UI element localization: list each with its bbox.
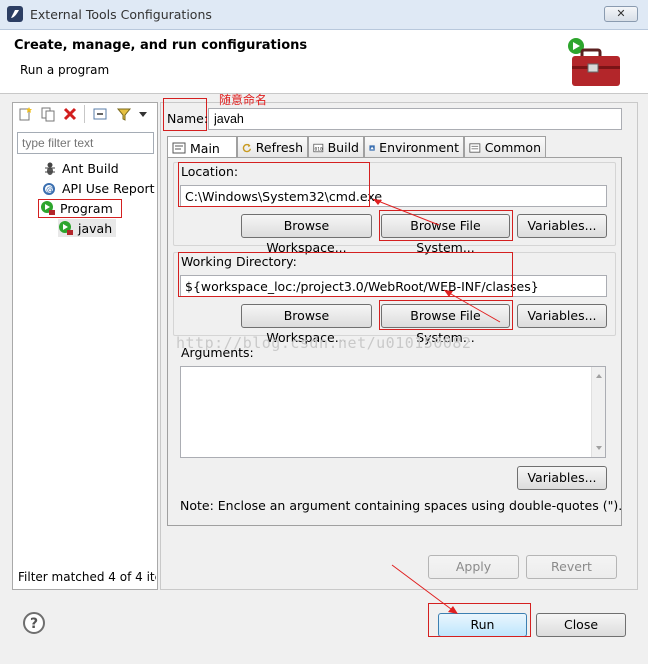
svg-text:010: 010 xyxy=(315,146,323,152)
duplicate-icon xyxy=(41,107,55,122)
window-title: External Tools Configurations xyxy=(30,7,212,22)
filter-button[interactable] xyxy=(114,104,134,124)
apply-button[interactable]: Apply xyxy=(428,555,519,579)
tree-item-label: Ant Build xyxy=(62,160,119,176)
tree-item-label: API Use Report xyxy=(62,180,155,196)
build-icon: 010 xyxy=(313,143,324,152)
arguments-note: Note: Enclose an argument containing spa… xyxy=(180,498,623,513)
toolbox-icon xyxy=(568,38,620,86)
new-configuration-icon xyxy=(19,107,32,121)
annotation-box-run xyxy=(428,603,531,637)
help-icon[interactable]: ? xyxy=(23,612,45,634)
location-browse-workspace-button[interactable]: Browse Workspace... xyxy=(241,214,372,255)
tab-label: Main xyxy=(190,140,220,156)
annotation-box-browse-location xyxy=(379,210,513,241)
filter-icon xyxy=(116,108,132,121)
annotation-box-working-directory xyxy=(178,252,513,297)
view-menu-button[interactable] xyxy=(136,104,150,124)
new-configuration-button[interactable] xyxy=(16,104,36,124)
close-button[interactable]: Close xyxy=(536,613,626,637)
name-input[interactable] xyxy=(208,108,622,130)
annotation-name-hint: 随意命名 xyxy=(219,93,268,107)
chevron-down-icon xyxy=(139,112,147,117)
scroll-down-icon xyxy=(596,446,602,450)
collapse-all-icon xyxy=(93,108,107,120)
tree-item-ant-build[interactable]: Ant Build xyxy=(42,159,119,177)
tab-environment[interactable]: Environment xyxy=(364,136,464,158)
tab-label: Build xyxy=(327,140,359,155)
eclipse-app-icon xyxy=(7,6,23,22)
workdir-browse-workspace-button[interactable]: Browse Workspace... xyxy=(241,304,372,345)
program-icon xyxy=(59,221,73,235)
tab-common[interactable]: Common xyxy=(464,136,546,158)
tab-label: Environment xyxy=(379,140,459,155)
tree-item-label: javah xyxy=(78,220,113,236)
filter-input[interactable] xyxy=(17,132,154,154)
main-tab-icon xyxy=(172,142,186,154)
annotation-box-browse-workdir xyxy=(379,300,513,330)
api-report-icon: @ xyxy=(43,183,55,195)
filter-status: Filter matched 4 of 4 ite xyxy=(18,570,156,584)
arguments-textarea[interactable] xyxy=(180,366,606,458)
toolbar-separator xyxy=(84,105,85,123)
tab-build[interactable]: 010 Build xyxy=(308,136,364,158)
ant-icon xyxy=(45,162,55,175)
tree-item-api-use-report[interactable]: @ API Use Report xyxy=(42,179,155,197)
annotation-box-program xyxy=(38,199,122,218)
annotation-box-location xyxy=(178,162,370,207)
name-label: Name: xyxy=(167,111,209,126)
arguments-label: Arguments: xyxy=(181,345,254,360)
dialog-title: Create, manage, and run configurations xyxy=(14,38,308,53)
common-icon xyxy=(469,142,481,153)
tree-item-javah[interactable]: javah xyxy=(58,219,117,237)
delete-button[interactable] xyxy=(60,104,80,124)
scroll-up-icon xyxy=(596,374,602,378)
refresh-icon xyxy=(242,143,252,152)
revert-button[interactable]: Revert xyxy=(526,555,617,579)
arguments-scrollbar[interactable] xyxy=(591,367,605,457)
collapse-all-button[interactable] xyxy=(90,104,110,124)
workdir-variables-button[interactable]: Variables... xyxy=(517,304,607,328)
tab-refresh[interactable]: Refresh xyxy=(237,136,308,158)
location-variables-button[interactable]: Variables... xyxy=(517,214,607,238)
duplicate-button[interactable] xyxy=(38,104,58,124)
environment-icon xyxy=(369,144,375,151)
window-close-button[interactable]: ✕ xyxy=(604,6,638,22)
tab-label: Refresh xyxy=(255,140,303,155)
delete-icon xyxy=(63,107,77,121)
dialog-subtitle: Run a program xyxy=(20,63,110,77)
tab-main[interactable]: Main xyxy=(167,136,237,159)
svg-text:@: @ xyxy=(46,185,54,194)
tab-label: Common xyxy=(484,140,541,155)
arguments-variables-button[interactable]: Variables... xyxy=(517,466,607,490)
